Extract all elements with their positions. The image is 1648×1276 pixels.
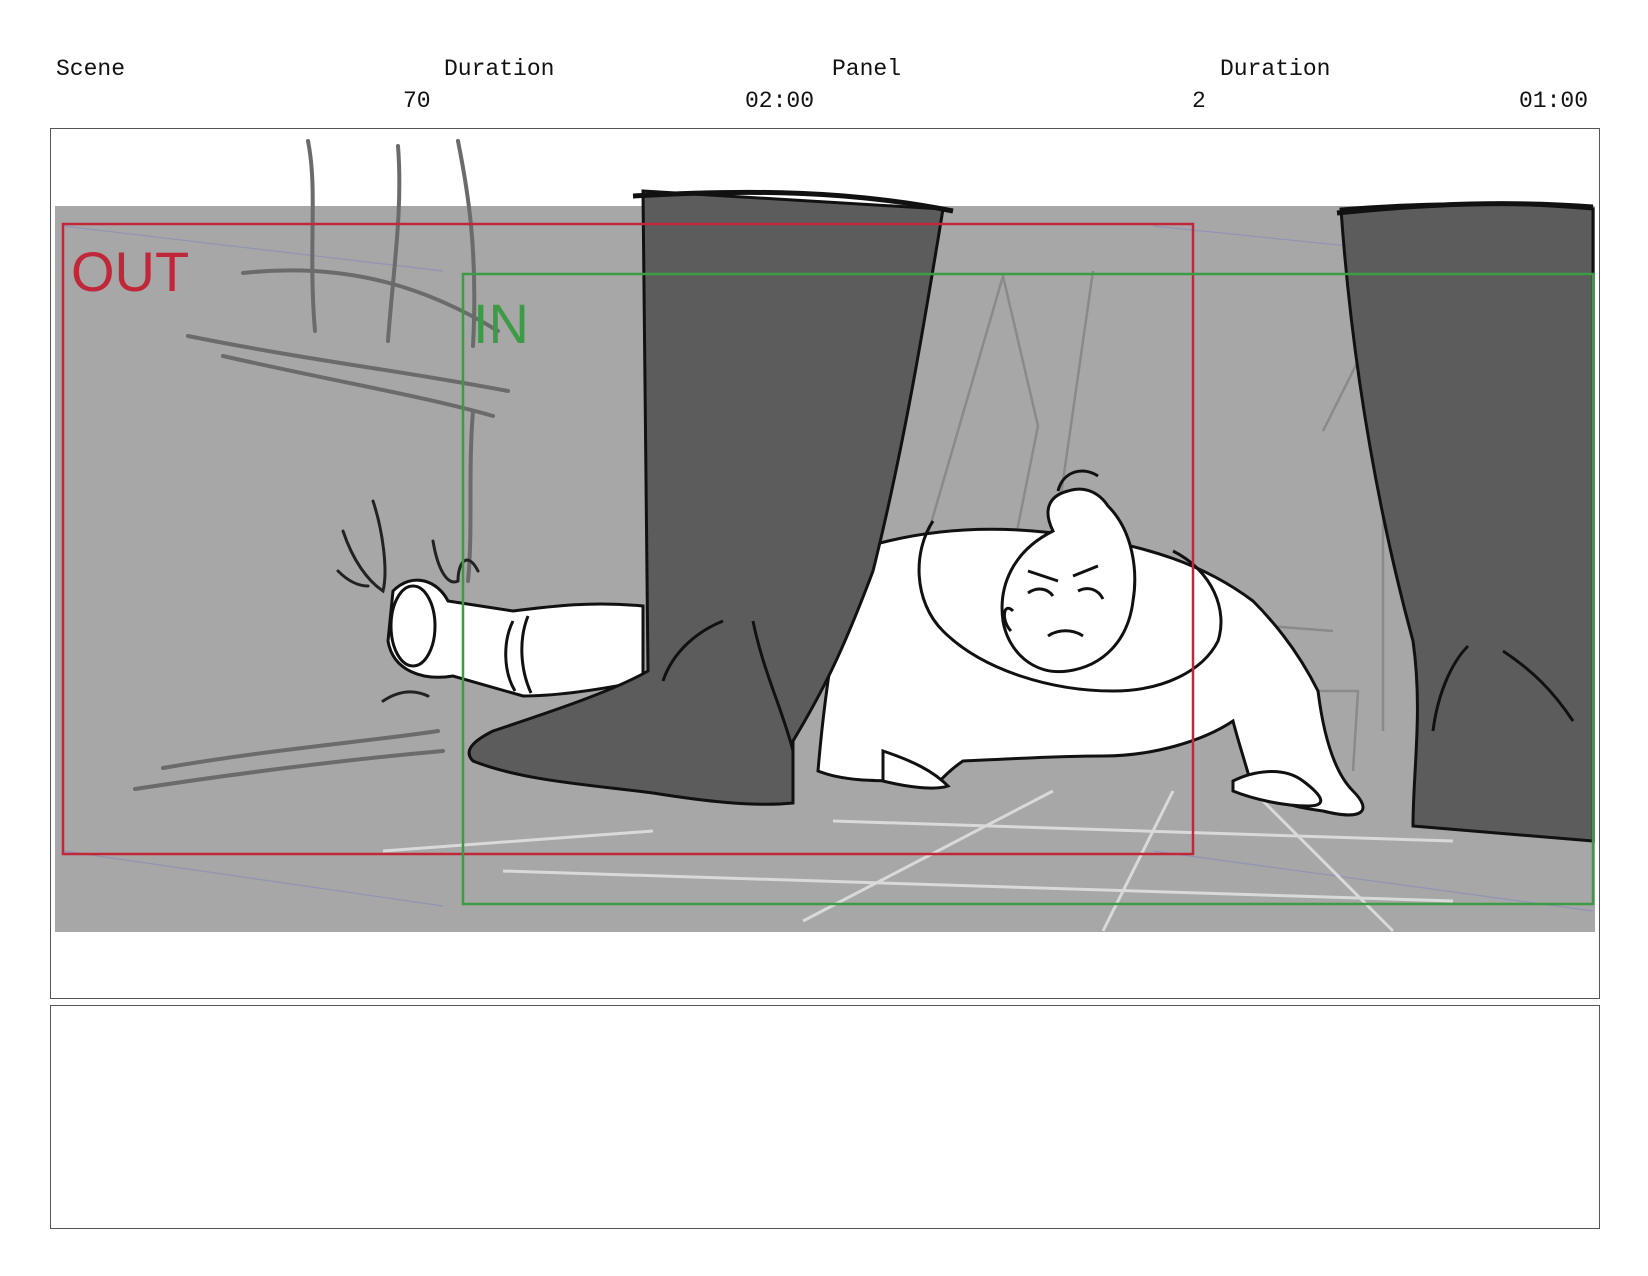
in-frame-label: IN (473, 292, 529, 355)
scene-duration-value: 02:00 (745, 88, 815, 114)
scene-number: 70 (403, 88, 431, 114)
out-frame-label: OUT (71, 240, 189, 303)
notes-text (51, 1006, 1599, 1026)
notes-box (50, 1005, 1600, 1229)
duration-label-panel: Duration (1220, 56, 1331, 82)
panel-label: Panel (832, 56, 902, 82)
scene-label: Scene (56, 56, 126, 82)
panel-duration-value: 01:00 (1519, 88, 1589, 114)
duration-label: Duration (444, 56, 555, 82)
panel-sketch: OUT IN (55, 139, 1595, 933)
storyboard-panel: OUT IN (50, 128, 1600, 999)
panel-number: 2 (1192, 88, 1206, 114)
